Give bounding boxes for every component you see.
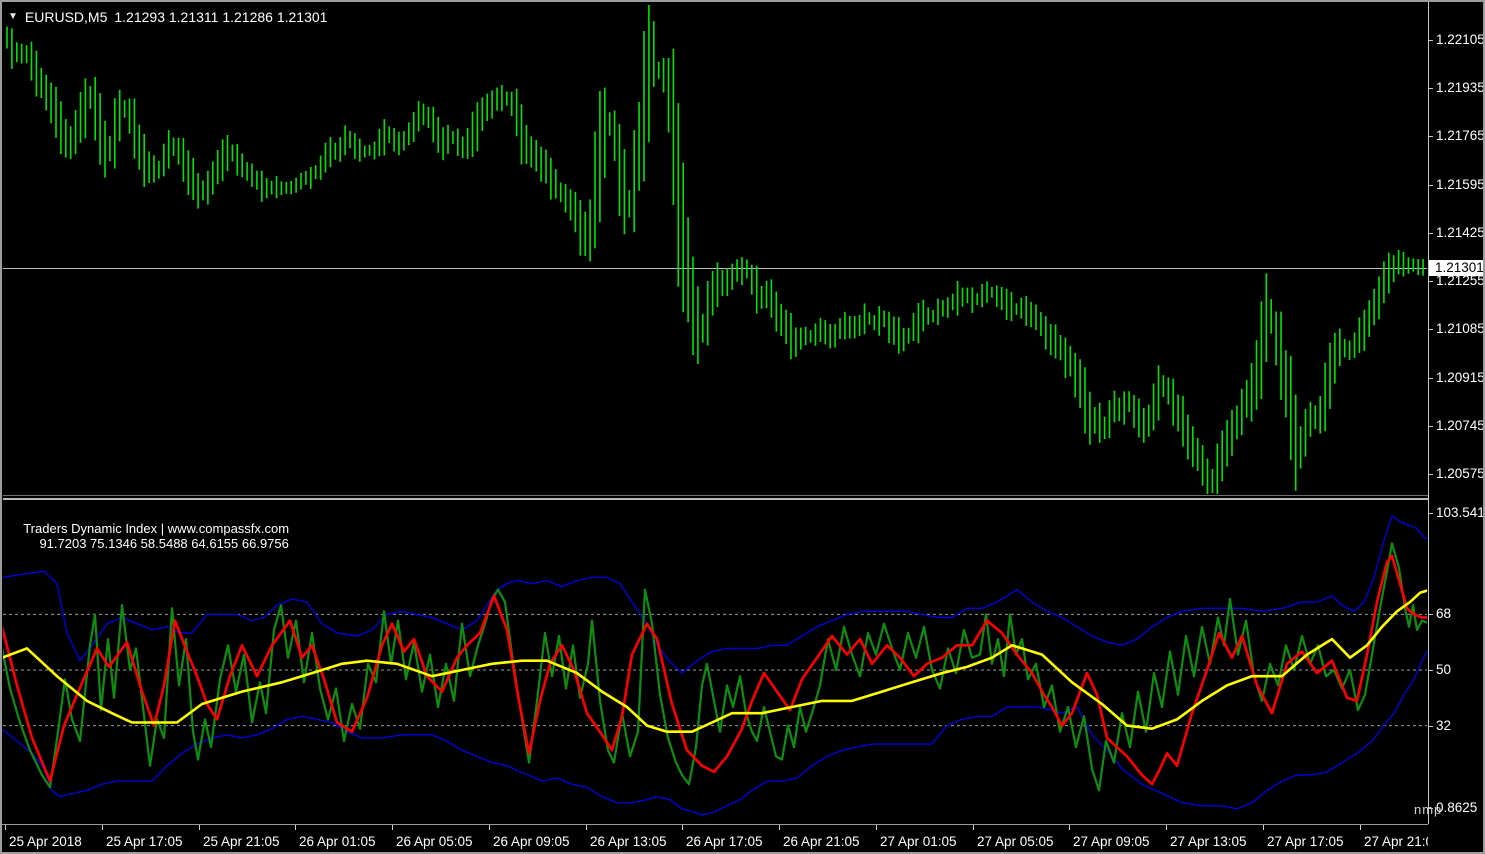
indicator-title-bar: Traders Dynamic Index | www.compassfx.co… (9, 506, 289, 566)
axis-tick (1428, 40, 1433, 41)
axis-tick (1428, 329, 1433, 330)
symbol-dropdown-icon[interactable]: ▼ (8, 12, 18, 22)
axis-tick (1428, 614, 1433, 615)
indicator-values: 91.7203 75.1346 58.5488 64.6155 66.9756 (39, 536, 289, 551)
time-tick-label: 26 Apr 21:05 (783, 834, 860, 849)
price-tick-label: 1.22105 (1436, 32, 1485, 47)
time-tick (973, 825, 974, 830)
price-tick-label: 1.21595 (1436, 177, 1485, 192)
indicator-tick-label: 50 (1436, 662, 1452, 677)
time-tick-label: 26 Apr 09:05 (493, 834, 570, 849)
price-chart-panel[interactable] (3, 2, 1427, 495)
ohlc-values: 1.21293 1.21311 1.21286 1.21301 (114, 9, 328, 25)
axis-tick (1428, 670, 1433, 671)
axis-tick (1428, 185, 1433, 186)
axis-tick (1428, 474, 1433, 475)
axis-tick (1428, 88, 1433, 89)
time-tick (682, 825, 683, 830)
time-tick (779, 825, 780, 830)
axis-tick (1428, 233, 1433, 234)
price-tick-label: 1.20575 (1436, 466, 1485, 481)
time-tick-label: 26 Apr 01:05 (299, 834, 376, 849)
chart-title-bar: ▼ EURUSD,M5 1.21293 1.21311 1.21286 1.21… (8, 9, 327, 25)
price-tick-label: 1.21935 (1436, 80, 1485, 95)
mt4-chart-window: ▼ EURUSD,M5 1.21293 1.21311 1.21286 1.21… (0, 0, 1485, 854)
time-tick (199, 825, 200, 830)
time-tick-label: 27 Apr 05:05 (977, 834, 1054, 849)
time-tick (1069, 825, 1070, 830)
time-tick-label: 27 Apr 01:05 (880, 834, 957, 849)
time-tick-label: 26 Apr 05:05 (396, 834, 473, 849)
indicator-tick-label: 103.5416 (1436, 505, 1485, 520)
time-tick (5, 825, 6, 830)
time-tick-label: 26 Apr 17:05 (686, 834, 763, 849)
time-tick-label: 25 Apr 17:05 (106, 834, 183, 849)
time-tick (1263, 825, 1264, 830)
axis-tick (1428, 136, 1433, 137)
time-tick (295, 825, 296, 830)
price-tick-label: 1.20745 (1436, 418, 1485, 433)
time-axis[interactable]: 25 Apr 2018 25 Apr 17:05 25 Apr 21:05 26 Ap… (2, 824, 1441, 852)
price-tick-label: 1.21255 (1436, 273, 1485, 288)
time-tick (1166, 825, 1167, 830)
indicator-tick-label: 0.8625 (1436, 800, 1478, 815)
indicator-name-label: Traders Dynamic Index | www.compassfx.co… (23, 521, 290, 536)
panel-splitter[interactable] (3, 495, 1428, 503)
time-tick (586, 825, 587, 830)
price-tick-label: 1.21765 (1436, 128, 1485, 143)
axis-tick (1428, 808, 1433, 809)
axis-separator-line (1428, 2, 1429, 824)
price-tick-label: 1.20915 (1436, 370, 1485, 385)
time-tick (1360, 825, 1361, 830)
time-tick-label: 27 Apr 09:05 (1073, 834, 1150, 849)
axis-tick (1428, 378, 1433, 379)
trade-signal-line (3, 554, 1427, 786)
volatility-band-lower (3, 649, 1427, 816)
price-tick-label: 1.21085 (1436, 321, 1485, 336)
price-chart-canvas[interactable] (3, 2, 1427, 495)
rsi-price-line (3, 542, 1427, 792)
time-tick-label: 26 Apr 13:05 (590, 834, 667, 849)
time-tick-label: 25 Apr 21:05 (203, 834, 280, 849)
time-tick (392, 825, 393, 830)
price-tick-label: 1.21425 (1436, 225, 1485, 240)
axis-tick (1428, 281, 1433, 282)
axis-tick (1428, 726, 1433, 727)
time-tick (876, 825, 877, 830)
time-tick-label: 25 Apr 2018 (9, 834, 82, 849)
price-axis[interactable]: 1.21301 nmp 1.22105 1.21935 1.21765 1.21595… (1414, 2, 1485, 852)
symbol-period-label: EURUSD,M5 (24, 9, 108, 25)
time-tick-label: 27 Apr 13:05 (1170, 834, 1247, 849)
indicator-tick-label: 32 (1436, 718, 1452, 733)
time-tick-label: 27 Apr 17:05 (1267, 834, 1344, 849)
time-tick (489, 825, 490, 830)
axis-tick (1428, 513, 1433, 514)
axis-tick (1428, 426, 1433, 427)
indicator-tick-label: 68 (1436, 606, 1452, 621)
time-tick (102, 825, 103, 830)
